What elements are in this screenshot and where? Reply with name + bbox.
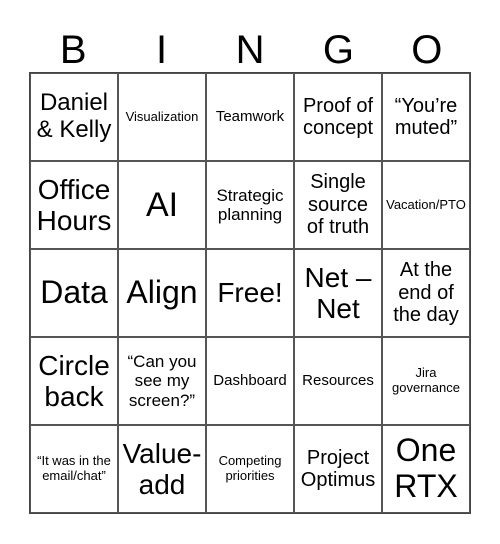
bingo-cell[interactable]: Net – Net — [294, 249, 382, 337]
bingo-cell[interactable]: At the end of the day — [382, 249, 470, 337]
bingo-cell[interactable]: Dashboard — [206, 337, 294, 425]
bingo-cell[interactable]: Resources — [294, 337, 382, 425]
bingo-cell[interactable]: “You’re muted” — [382, 73, 470, 161]
bingo-cell[interactable]: Data — [30, 249, 118, 337]
header-letter-n: N — [235, 28, 265, 72]
bingo-cell[interactable]: “It was in the email/chat” — [30, 425, 118, 513]
bingo-cell[interactable]: Teamwork — [206, 73, 294, 161]
bingo-cell[interactable]: Office Hours — [30, 161, 118, 249]
bingo-grid: Daniel & Kelly Visualization Teamwork Pr… — [29, 72, 471, 514]
bingo-cell[interactable]: Strategic planning — [206, 161, 294, 249]
bingo-cell[interactable]: Competing priorities — [206, 425, 294, 513]
bingo-cell[interactable]: Align — [118, 249, 206, 337]
bingo-cell[interactable]: Daniel & Kelly — [30, 73, 118, 161]
bingo-cell[interactable]: Visualization — [118, 73, 206, 161]
bingo-cell[interactable]: Project Optimus — [294, 425, 382, 513]
bingo-cell[interactable]: Circle back — [30, 337, 118, 425]
bingo-cell[interactable]: Single source of truth — [294, 161, 382, 249]
header-letter-g: G — [322, 28, 354, 72]
bingo-cell[interactable]: Vacation/PTO — [382, 161, 470, 249]
bingo-cell[interactable]: AI — [118, 161, 206, 249]
bingo-cell[interactable]: Value-add — [118, 425, 206, 513]
bingo-cell[interactable]: Proof of concept — [294, 73, 382, 161]
header-letter-b: B — [59, 28, 87, 72]
header-letter-o: O — [411, 28, 443, 72]
bingo-cell[interactable]: One RTX — [382, 425, 470, 513]
bingo-cell[interactable]: Jira governance — [382, 337, 470, 425]
bingo-cell[interactable]: “Can you see my screen?” — [118, 337, 206, 425]
free-space-cell[interactable]: Free! — [206, 249, 294, 337]
header-letter-i: I — [156, 28, 168, 72]
bingo-header: B I N G O — [29, 28, 471, 72]
